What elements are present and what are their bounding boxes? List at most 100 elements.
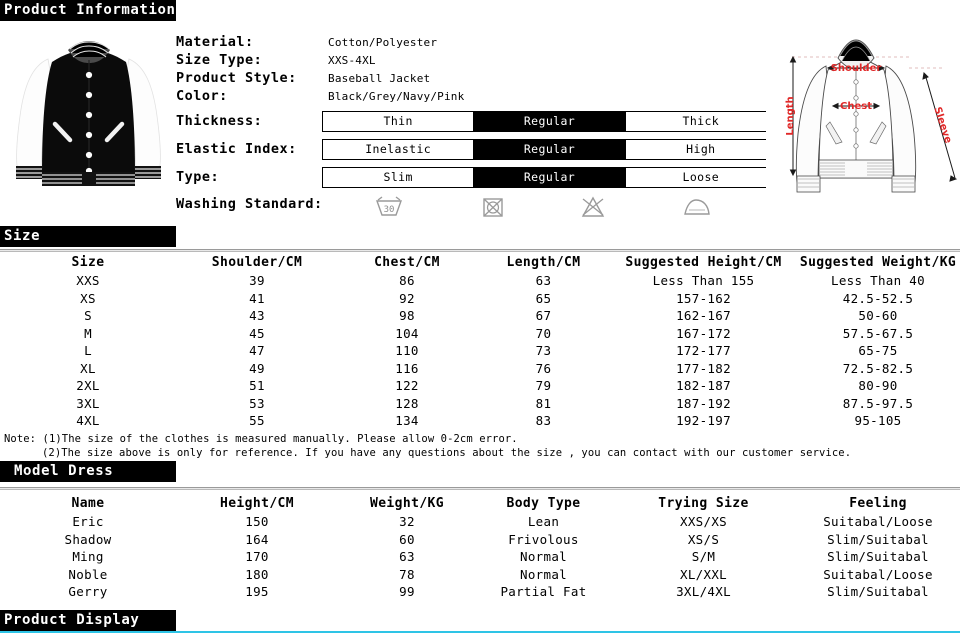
thickness-option-thin[interactable]: Thin <box>323 112 475 131</box>
size-cell: 49 <box>249 360 265 376</box>
model-cell: 180 <box>245 566 269 582</box>
model-cell: S/M <box>691 549 716 565</box>
size-cell: 134 <box>395 413 419 429</box>
spec-label-elastic-index: Elastic Index: <box>176 141 297 157</box>
table-row: 4XL 55 134 83 192-197 95-105 <box>0 412 960 430</box>
size-cell: 92 <box>399 290 415 306</box>
size-cell: 104 <box>395 325 419 341</box>
spec-label-washing-standard: Washing Standard: <box>176 196 323 212</box>
size-header-chest: Chest/CM <box>374 255 440 270</box>
size-cell: 4XL <box>76 413 100 429</box>
model-cell: 32 <box>399 514 415 530</box>
size-cell: 167-172 <box>676 325 731 341</box>
model-cell: Suitabal/Loose <box>823 514 933 530</box>
table-row: L 47 110 73 172-177 65-75 <box>0 342 960 360</box>
size-cell: 162-167 <box>676 308 731 324</box>
spec-label-material: Material: <box>176 34 254 50</box>
iron-icon <box>680 193 714 221</box>
elastic-index-selector[interactable]: Inelastic Regular High <box>322 139 777 160</box>
size-cell: 87.5-97.5 <box>842 395 914 411</box>
thickness-option-regular[interactable]: Regular <box>474 112 626 131</box>
spec-value-material: Cotton/Polyester <box>328 36 438 49</box>
size-cell: 65-75 <box>858 343 898 359</box>
size-cell: 47 <box>249 343 265 359</box>
size-header-height: Suggested Height/CM <box>625 255 782 270</box>
size-header-shoulder: Shoulder/CM <box>211 255 303 270</box>
size-cell: 53 <box>249 395 265 411</box>
spec-value-product-style: Baseball Jacket <box>328 72 431 85</box>
section-header-product-display: Product Display <box>0 610 176 631</box>
model-cell: 195 <box>245 584 269 600</box>
table-row: 2XL 51 122 79 182-187 80-90 <box>0 377 960 395</box>
diagram-label-shoulder: Shoulder <box>831 63 882 74</box>
table-row: Eric 150 32 Lean XXS/XS Suitabal/Loose <box>0 513 960 531</box>
thickness-selector[interactable]: Thin Regular Thick <box>322 111 777 132</box>
model-cell: Noble <box>68 566 108 582</box>
thickness-option-thick[interactable]: Thick <box>625 112 776 131</box>
elastic-option-regular[interactable]: Regular <box>474 140 626 159</box>
model-table-header-row: Name Height/CM Weight/KG Body Type Tryin… <box>0 494 960 513</box>
model-cell: 78 <box>399 566 415 582</box>
spec-label-color: Color: <box>176 88 228 104</box>
type-option-loose[interactable]: Loose <box>625 168 776 187</box>
model-cell: Ming <box>72 549 104 565</box>
spec-row-product-style: Product Style: Baseball Jacket <box>176 70 776 87</box>
model-cell: 60 <box>399 531 415 547</box>
table-row: XL 49 116 76 177-182 72.5-82.5 <box>0 360 960 378</box>
spec-label-size-type: Size Type: <box>176 52 263 68</box>
elastic-option-high[interactable]: High <box>625 140 776 159</box>
size-cell: 116 <box>395 360 419 376</box>
size-cell: 98 <box>399 308 415 324</box>
size-cell: 76 <box>535 360 552 376</box>
size-cell: 79 <box>535 378 552 394</box>
model-cell: XXS/XS <box>680 514 727 530</box>
size-cell: 86 <box>399 273 415 289</box>
model-cell: 63 <box>399 549 415 565</box>
type-selector[interactable]: Slim Regular Loose <box>322 167 777 188</box>
model-header-feeling: Feeling <box>849 496 907 511</box>
size-cell: 50-60 <box>858 308 898 324</box>
size-cell: 110 <box>395 343 419 359</box>
size-cell: 55 <box>249 413 265 429</box>
model-cell: Slim/Suitabal <box>827 584 929 600</box>
table-row: XXS 39 86 63 Less Than 155 Less Than 40 <box>0 272 960 290</box>
type-option-slim[interactable]: Slim <box>323 168 475 187</box>
size-cell: 128 <box>395 395 419 411</box>
section-header-size: Size <box>0 226 176 247</box>
spec-row-washing-standard: Washing Standard: 30 <box>176 193 776 223</box>
size-table-top-rule <box>0 249 960 252</box>
table-row: S 43 98 67 162-167 50-60 <box>0 307 960 325</box>
table-row: Gerry 195 99 Partial Fat 3XL/4XL Slim/Su… <box>0 583 960 601</box>
model-header-name: Name <box>71 496 105 511</box>
size-cell: M <box>84 325 92 341</box>
size-cell: 51 <box>249 378 265 394</box>
size-cell: 83 <box>535 413 552 429</box>
size-cell: 95-105 <box>854 413 902 429</box>
size-cell: 3XL <box>76 395 100 411</box>
size-header-size: Size <box>71 255 105 270</box>
elastic-option-inelastic[interactable]: Inelastic <box>323 140 475 159</box>
size-cell: Less Than 40 <box>831 273 925 289</box>
section-header-model-dress: Model Dress <box>0 461 176 482</box>
size-chart-table: Size Shoulder/CM Chest/CM Length/CM Sugg… <box>0 253 960 430</box>
size-cell: 65 <box>535 290 552 306</box>
table-row: Shadow 164 60 Frivolous XS/S Slim/Suitab… <box>0 531 960 549</box>
size-cell: L <box>84 343 92 359</box>
size-header-length: Length/CM <box>506 255 581 270</box>
size-cell: 72.5-82.5 <box>842 360 914 376</box>
table-row: M 45 104 70 167-172 57.5-67.5 <box>0 325 960 343</box>
table-row: Noble 180 78 Normal XL/XXL Suitabal/Loos… <box>0 566 960 584</box>
model-cell: 164 <box>245 531 269 547</box>
size-cell: 63 <box>535 273 552 289</box>
section-header-product-information: Product Information <box>0 0 176 21</box>
model-cell: 150 <box>245 514 269 530</box>
do-not-tumble-dry-icon <box>477 193 511 221</box>
model-cell: Lean <box>527 514 560 530</box>
table-row: Ming 170 63 Normal S/M Slim/Suitabal <box>0 548 960 566</box>
type-option-regular[interactable]: Regular <box>474 168 626 187</box>
spec-list: Material: Cotton/Polyester Size Type: XX… <box>176 34 777 226</box>
measurement-diagram: Shoulder Chest Length Sleeve <box>766 26 960 216</box>
size-cell: 172-177 <box>676 343 731 359</box>
size-header-weight: Suggested Weight/KG <box>799 255 957 270</box>
diagram-label-chest: Chest <box>840 101 872 112</box>
